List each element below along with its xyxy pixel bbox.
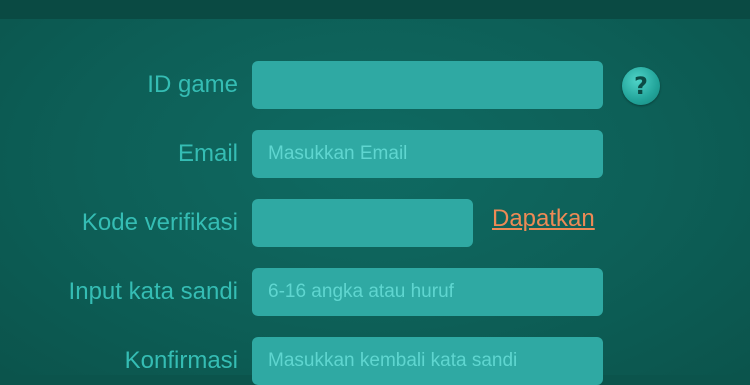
confirm-password-label: Konfirmasi <box>124 347 238 374</box>
confirm-password-placeholder: Masukkan kembali kata sandi <box>268 350 518 371</box>
email-input[interactable]: Masukkan Email <box>252 130 603 178</box>
password-input[interactable]: 6-16 angka atau huruf <box>252 268 603 316</box>
game-id-label: ID game <box>147 71 238 98</box>
get-code-link[interactable]: Dapatkan <box>492 205 595 233</box>
verification-code-input[interactable] <box>252 199 473 247</box>
top-bar <box>0 0 750 19</box>
game-id-input[interactable] <box>252 61 603 109</box>
question-mark-icon: ? <box>634 72 648 100</box>
email-label: Email <box>177 140 238 167</box>
password-placeholder: 6-16 angka atau huruf <box>268 281 454 302</box>
help-button[interactable]: ? <box>622 67 660 105</box>
confirm-password-input[interactable]: Masukkan kembali kata sandi <box>252 337 603 385</box>
verification-code-label: Kode verifikasi <box>81 209 238 236</box>
email-placeholder: Masukkan Email <box>268 143 408 164</box>
password-label: Input kata sandi <box>68 278 238 305</box>
